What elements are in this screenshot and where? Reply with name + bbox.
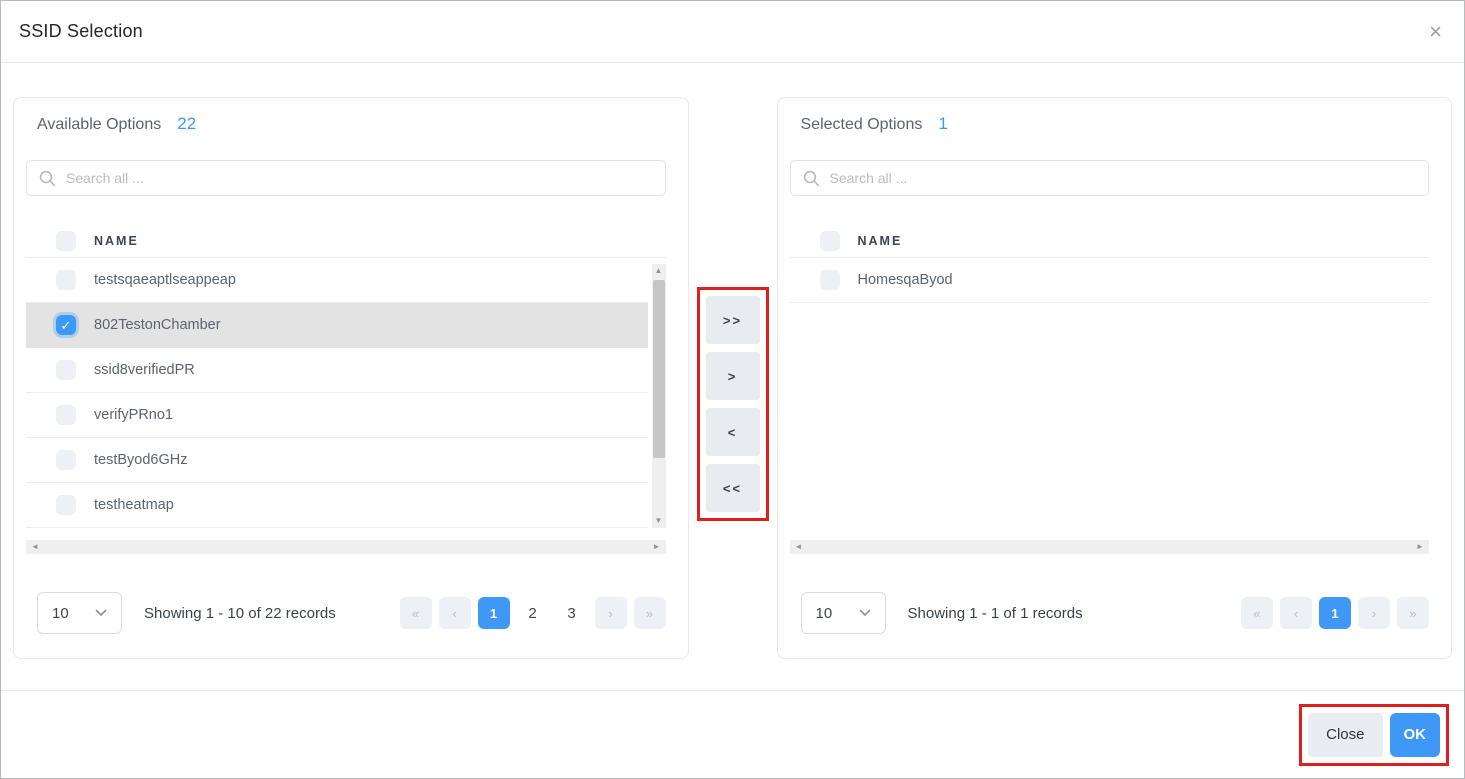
close-icon[interactable]: × (1429, 21, 1442, 43)
row-checkbox[interactable] (56, 450, 76, 470)
chevron-down-icon (95, 609, 107, 617)
row-checkbox[interactable] (56, 360, 76, 380)
selected-options-count: 1 (938, 114, 947, 134)
row-label: testheatmap (94, 497, 174, 513)
first-page-button[interactable]: « (1241, 597, 1273, 629)
first-page-button[interactable]: « (400, 597, 432, 629)
page-buttons: « ‹ 1 › » (1241, 597, 1429, 629)
available-options-count: 22 (177, 114, 196, 134)
row-checkbox-checked[interactable]: ✓ (56, 315, 76, 335)
available-options-label: Available Options (37, 116, 161, 134)
move-all-right-button[interactable]: >> (706, 296, 760, 344)
row-checkbox[interactable] (56, 270, 76, 290)
showing-records-text: Showing 1 - 1 of 1 records (908, 605, 1083, 622)
page-button-2[interactable]: 2 (517, 597, 549, 629)
scroll-down-icon[interactable]: ▼ (652, 514, 666, 528)
horizontal-scrollbar[interactable]: ◄ ► (26, 540, 666, 554)
selected-options-header: Selected Options 1 (790, 114, 1430, 138)
row-checkbox[interactable] (56, 495, 76, 515)
select-all-checkbox[interactable] (820, 231, 840, 251)
selected-search-box (790, 160, 1430, 196)
next-page-button[interactable]: › (1358, 597, 1390, 629)
move-all-left-button[interactable]: << (706, 464, 760, 512)
row-label: testByod6GHz (94, 452, 188, 468)
available-search-box (26, 160, 666, 196)
available-options-panel: Available Options 22 NAME testsqaeaptlse… (13, 97, 689, 659)
prev-page-button[interactable]: ‹ (1280, 597, 1312, 629)
close-button[interactable]: Close (1308, 713, 1382, 757)
list-item[interactable]: HomesqaByod (790, 258, 1430, 303)
transfer-buttons-column: >> > < << (689, 287, 777, 521)
modal-header: SSID Selection × (1, 1, 1464, 63)
list-item[interactable]: testsqaeaptlseappeap (26, 258, 648, 303)
showing-records-text: Showing 1 - 10 of 22 records (144, 605, 336, 622)
page-button-1[interactable]: 1 (478, 597, 510, 629)
available-search-input[interactable] (66, 170, 653, 186)
available-table-header: NAME (26, 224, 666, 258)
list-item[interactable]: testheatmap (26, 483, 648, 528)
selected-list: HomesqaByod (790, 258, 1430, 528)
scroll-left-icon[interactable]: ◄ (28, 540, 42, 554)
list-item[interactable]: testByod6GHz (26, 438, 648, 483)
chevron-down-icon (859, 609, 871, 617)
selected-options-panel: Selected Options 1 NAME HomesqaByod ◄ ► (777, 97, 1453, 659)
row-checkbox[interactable] (820, 270, 840, 290)
selected-options-label: Selected Options (801, 116, 923, 134)
row-label: ssid8verifiedPR (94, 362, 195, 378)
list-item[interactable]: verifyPRno1 (26, 393, 648, 438)
next-page-button[interactable]: › (595, 597, 627, 629)
scroll-left-icon[interactable]: ◄ (792, 540, 806, 554)
selected-table-header: NAME (790, 224, 1430, 258)
page-buttons: « ‹ 1 2 3 › » (400, 597, 666, 629)
scrollbar-thumb[interactable] (653, 280, 665, 458)
prev-page-button[interactable]: ‹ (439, 597, 471, 629)
list-item[interactable]: ✓ 802TestonChamber (26, 303, 648, 348)
modal-body: Available Options 22 NAME testsqaeaptlse… (1, 63, 1464, 690)
page-size-select[interactable]: 10 (801, 592, 886, 634)
page-title: SSID Selection (19, 21, 143, 42)
search-icon (39, 170, 56, 187)
move-right-button[interactable]: > (706, 352, 760, 400)
row-label: testsqaeaptlseappeap (94, 272, 236, 288)
ssid-selection-modal: SSID Selection × Available Options 22 NA… (0, 0, 1465, 779)
ok-button[interactable]: OK (1390, 713, 1441, 757)
page-button-3[interactable]: 3 (556, 597, 588, 629)
page-button-1[interactable]: 1 (1319, 597, 1351, 629)
modal-footer: Close OK (1, 690, 1464, 778)
row-label: 802TestonChamber (94, 317, 221, 333)
name-column-header: NAME (94, 234, 139, 248)
page-size-value: 10 (816, 605, 833, 622)
page-size-select[interactable]: 10 (37, 592, 122, 634)
name-column-header: NAME (858, 234, 903, 248)
available-pagination: 10 Showing 1 - 10 of 22 records « ‹ 1 2 … (26, 592, 666, 634)
available-options-header: Available Options 22 (26, 114, 666, 138)
search-icon (803, 170, 820, 187)
row-label: verifyPRno1 (94, 407, 173, 423)
page-size-value: 10 (52, 605, 69, 622)
transfer-buttons-annotation: >> > < << (697, 287, 769, 521)
scroll-up-icon[interactable]: ▲ (652, 264, 666, 278)
footer-buttons-annotation: Close OK (1299, 704, 1449, 766)
row-checkbox[interactable] (56, 405, 76, 425)
move-left-button[interactable]: < (706, 408, 760, 456)
scroll-right-icon[interactable]: ► (650, 540, 664, 554)
last-page-button[interactable]: » (634, 597, 666, 629)
selected-pagination: 10 Showing 1 - 1 of 1 records « ‹ 1 › » (790, 592, 1430, 634)
check-icon: ✓ (61, 319, 72, 332)
list-item[interactable]: ssid8verifiedPR (26, 348, 648, 393)
selected-search-input[interactable] (830, 170, 1417, 186)
horizontal-scrollbar[interactable]: ◄ ► (790, 540, 1430, 554)
vertical-scrollbar[interactable]: ▲ ▼ (652, 264, 666, 528)
scroll-right-icon[interactable]: ► (1413, 540, 1427, 554)
row-label: HomesqaByod (858, 272, 953, 288)
last-page-button[interactable]: » (1397, 597, 1429, 629)
available-list: testsqaeaptlseappeap ✓ 802TestonChamber … (26, 258, 666, 528)
select-all-checkbox[interactable] (56, 231, 76, 251)
